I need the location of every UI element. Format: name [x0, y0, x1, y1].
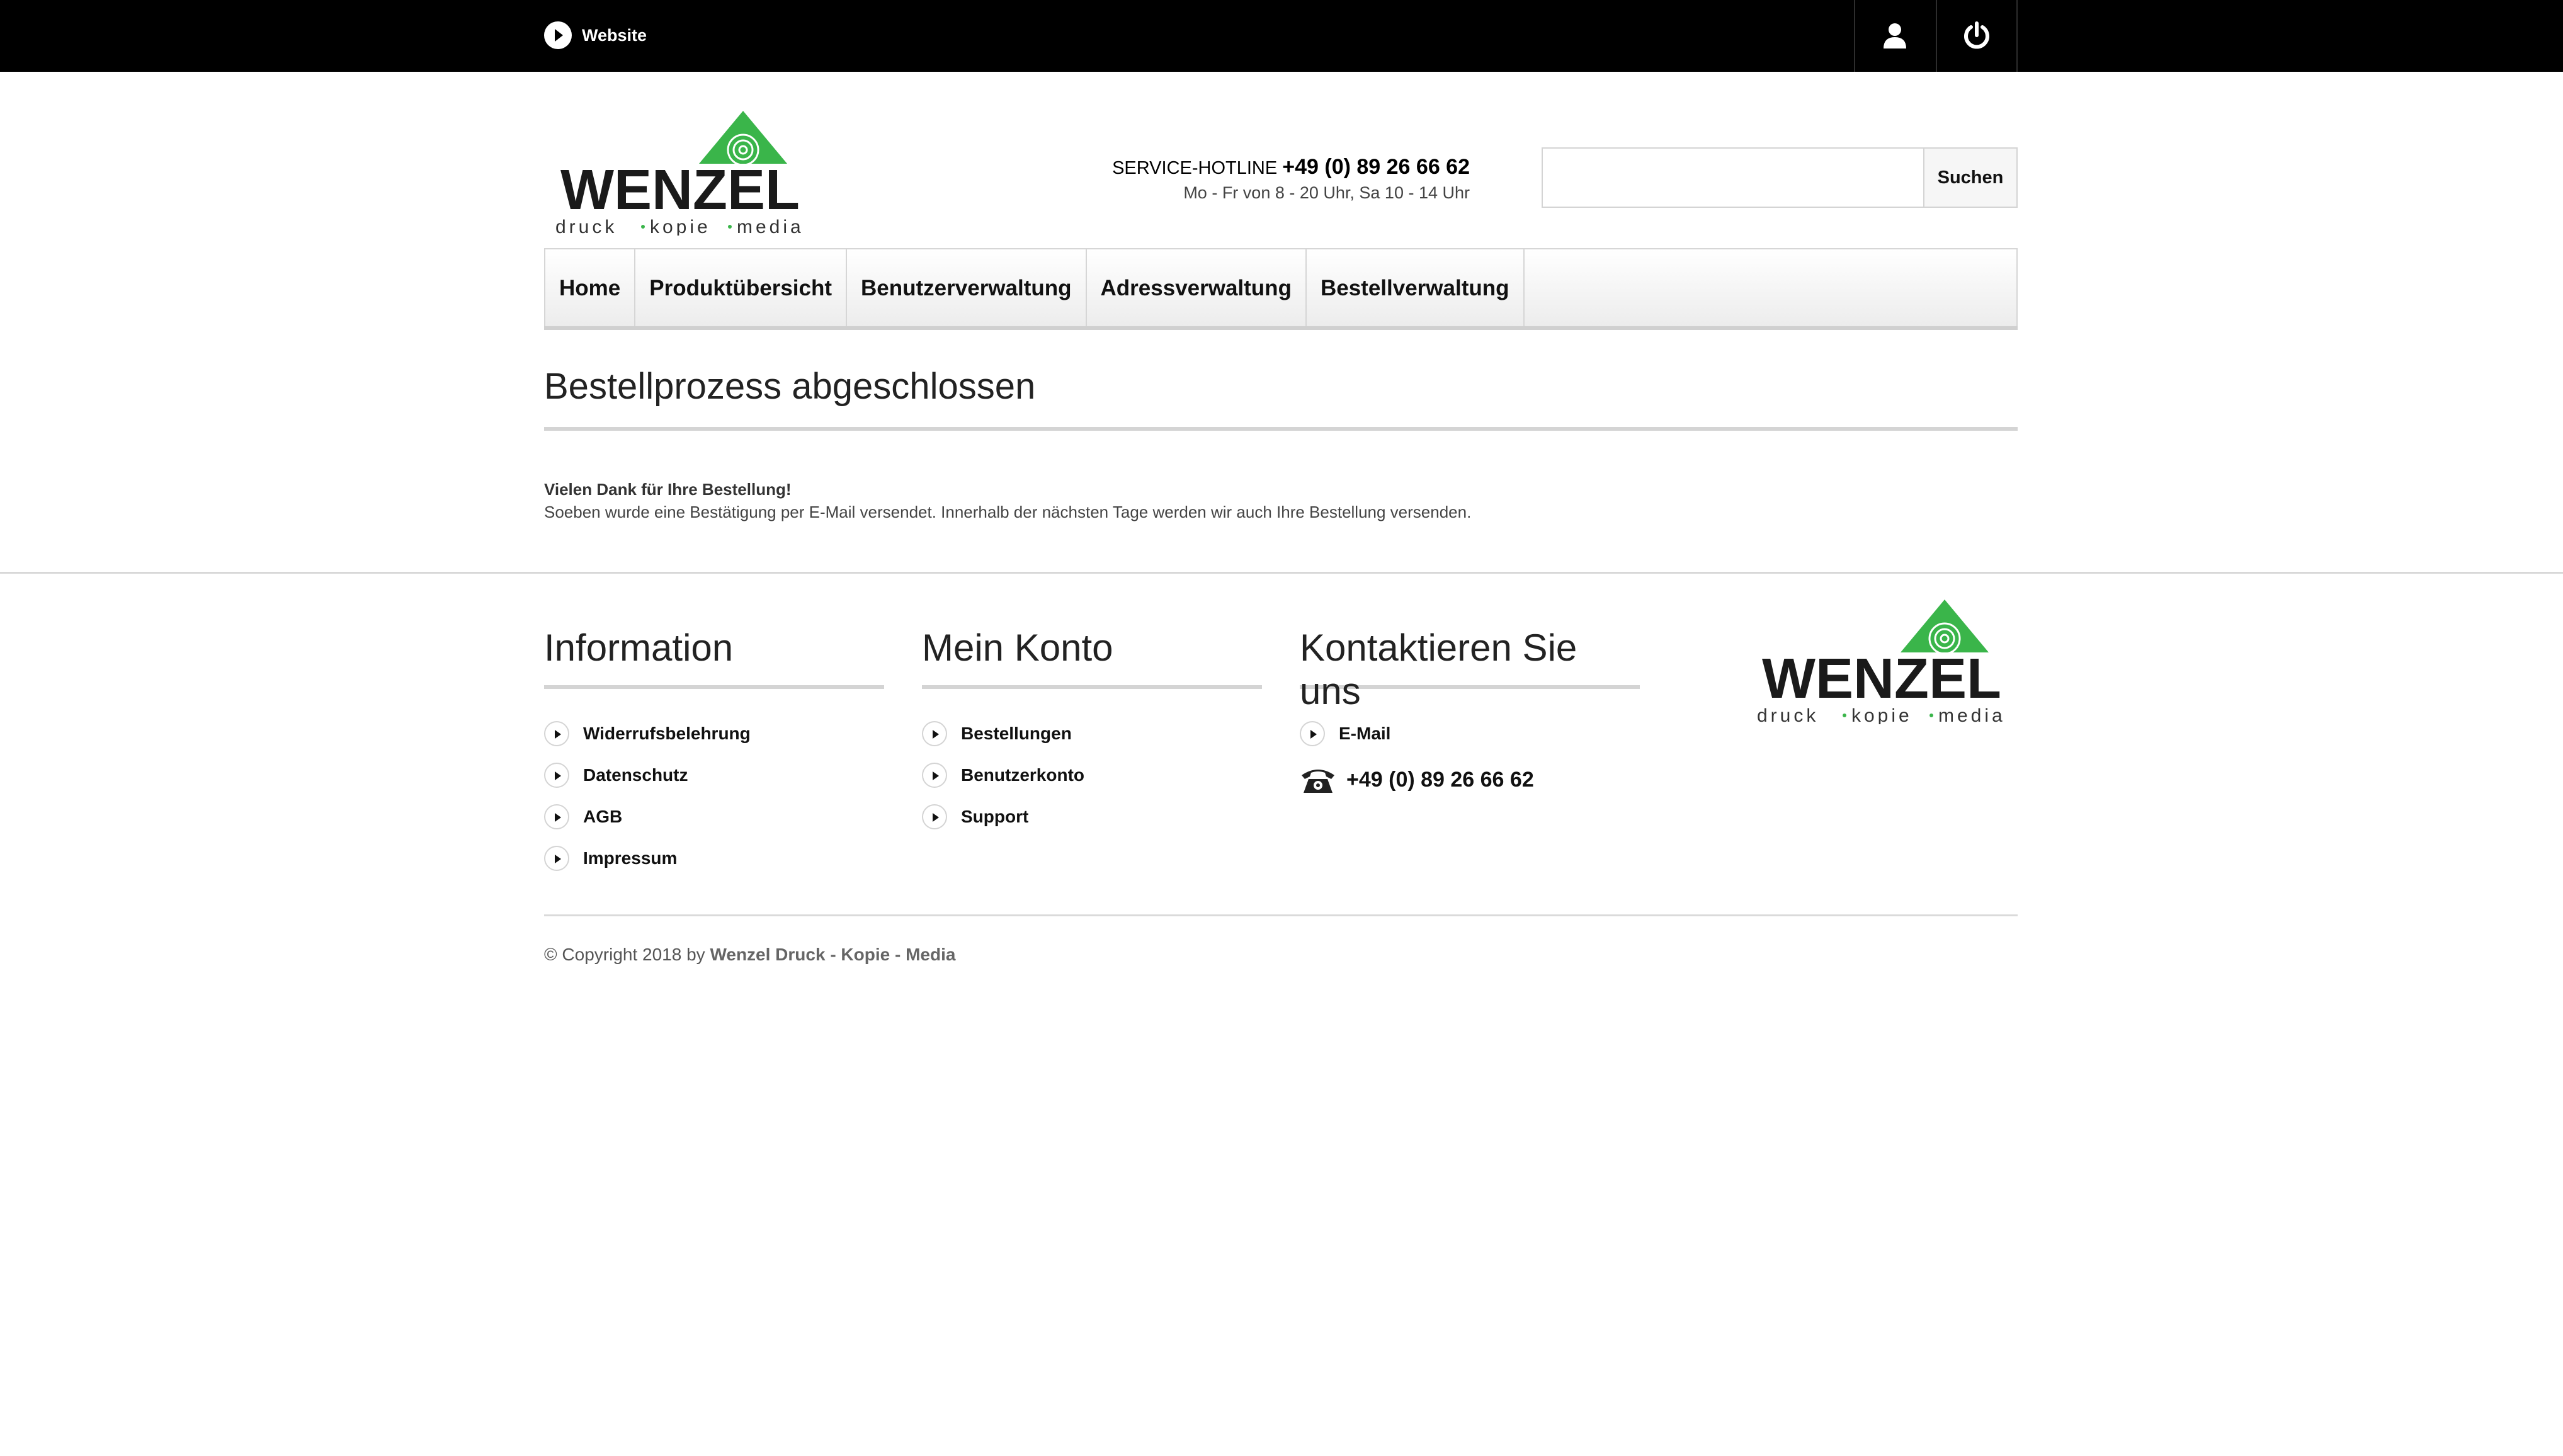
copyright-company: Wenzel Druck - Kopie - Media — [710, 945, 956, 964]
power-icon — [1964, 21, 1989, 49]
telephone-icon — [1302, 770, 1334, 793]
service-hotline: SERVICE-HOTLINE +49 (0) 89 26 66 62 Mo -… — [1026, 155, 1470, 203]
copyright: © Copyright 2018 by Wenzel Druck - Kopie… — [544, 945, 956, 964]
svg-text:druck: druck — [555, 217, 617, 236]
page-title: Bestellprozess abgeschlossen — [544, 366, 1036, 407]
arrow-right-icon — [544, 763, 569, 788]
svg-text:kopie: kopie — [650, 217, 711, 236]
thank-you-message: Vielen Dank für Ihre Bestellung! — [544, 480, 792, 499]
arrow-right-icon — [544, 804, 569, 829]
nav-item-adressverwaltung[interactable]: Adressverwaltung — [1087, 249, 1307, 327]
footer-information-title: Information — [544, 626, 884, 689]
arrow-right-icon — [544, 721, 569, 746]
website-link[interactable]: Website — [544, 21, 647, 50]
footer-phone: +49 (0) 89 26 66 62 — [1300, 754, 1640, 805]
hotline-label: SERVICE-HOTLINE — [1112, 158, 1278, 178]
arrow-right-icon — [922, 721, 947, 746]
title-divider — [544, 427, 2018, 431]
footer-link-agb[interactable]: AGB — [544, 796, 884, 838]
nav-divider — [544, 326, 2018, 330]
main-navigation: Home Produktübersicht Benutzerverwaltung… — [544, 248, 2018, 329]
svg-text:media: media — [737, 217, 804, 236]
footer-contact: Kontaktieren Sie uns E-Mail +49 (0) 89 2… — [1300, 626, 1640, 805]
hotline-hours: Mo - Fr von 8 - 20 Uhr, Sa 10 - 14 Uhr — [1183, 183, 1470, 202]
footer-link-impressum[interactable]: Impressum — [544, 838, 884, 879]
search-input[interactable] — [1543, 149, 1923, 207]
footer-link-support[interactable]: Support — [922, 796, 1262, 838]
account-button[interactable] — [1854, 0, 1935, 72]
header-logo[interactable]: WENZEL druck kopie media — [544, 110, 816, 236]
footer-link-bestellungen[interactable]: Bestellungen — [922, 713, 1262, 754]
arrow-right-icon — [544, 846, 569, 871]
svg-text:WENZEL: WENZEL — [1762, 647, 2001, 710]
footer-contact-title: Kontaktieren Sie uns — [1300, 626, 1640, 712]
copyright-divider — [544, 914, 2018, 916]
logout-button[interactable] — [1936, 0, 2018, 72]
nav-item-bestellverwaltung[interactable]: Bestellverwaltung — [1307, 249, 1525, 327]
hotline-number: +49 (0) 89 26 66 62 — [1282, 155, 1470, 179]
user-icon — [1884, 23, 1906, 48]
nav-item-produktuebersicht[interactable]: Produktübersicht — [635, 249, 848, 327]
nav-item-benutzerverwaltung[interactable]: Benutzerverwaltung — [847, 249, 1087, 327]
confirmation-message: Soeben wurde eine Bestätigung per E-Mail… — [544, 503, 1472, 521]
arrow-right-icon — [544, 21, 572, 49]
footer-account-title: Mein Konto — [922, 626, 1262, 689]
svg-text:media: media — [1938, 705, 2006, 724]
footer-logo: WENZEL druck kopie media — [1746, 598, 2018, 724]
arrow-right-icon — [1300, 721, 1325, 746]
footer-divider — [0, 572, 2563, 574]
svg-text:druck: druck — [1757, 705, 1819, 724]
footer-phone-number: +49 (0) 89 26 66 62 — [1346, 767, 1534, 792]
footer-account: Mein Konto Bestellungen Benutzerkonto Su… — [922, 626, 1262, 838]
logo-wordmark: WENZEL — [560, 159, 800, 222]
footer-information: Information Widerrufsbelehrung Datenschu… — [544, 626, 884, 879]
footer-link-email[interactable]: E-Mail — [1300, 713, 1640, 754]
website-link-label: Website — [582, 25, 647, 45]
top-bar — [0, 0, 2563, 72]
footer-link-benutzerkonto[interactable]: Benutzerkonto — [922, 754, 1262, 796]
arrow-right-icon — [922, 804, 947, 829]
arrow-right-icon — [922, 763, 947, 788]
search-box: Suchen — [1542, 147, 2018, 208]
nav-item-home[interactable]: Home — [545, 249, 636, 327]
search-button[interactable]: Suchen — [1923, 149, 2016, 207]
svg-text:kopie: kopie — [1851, 705, 1912, 724]
footer-link-datenschutz[interactable]: Datenschutz — [544, 754, 884, 796]
footer-link-widerrufsbelehrung[interactable]: Widerrufsbelehrung — [544, 713, 884, 754]
